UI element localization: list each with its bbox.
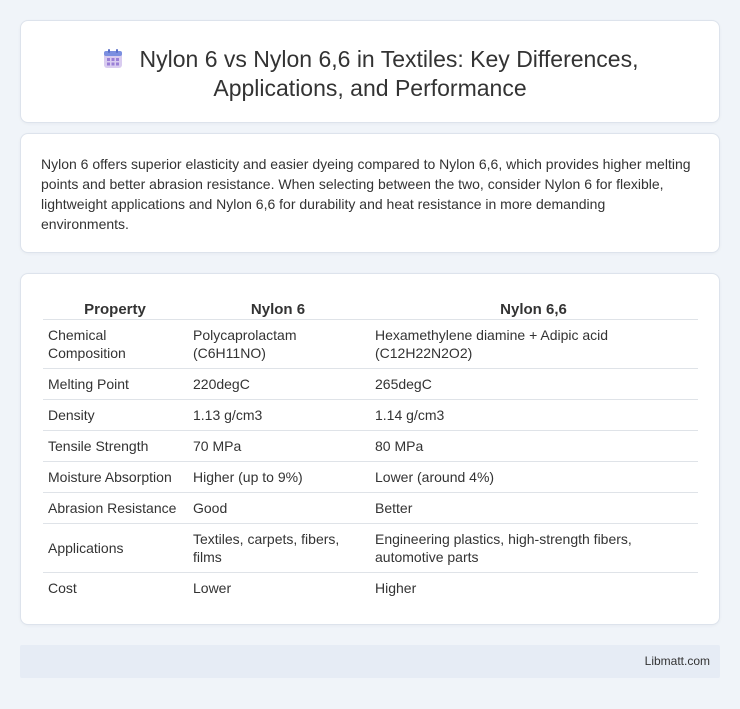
- calendar-icon: [102, 48, 124, 70]
- table-row: Melting Point 220degC 265degC: [43, 368, 698, 400]
- cell-nylon-66: 1.14 g/cm3: [369, 399, 698, 431]
- cell-nylon-66: 265degC: [369, 368, 698, 400]
- cell-property: Abrasion Resistance: [43, 492, 187, 524]
- cell-nylon-6: 70 MPa: [187, 430, 369, 462]
- cell-property: Applications: [43, 523, 187, 573]
- cell-nylon-6: 1.13 g/cm3: [187, 399, 369, 431]
- cell-nylon-6: Good: [187, 492, 369, 524]
- cell-nylon-6: 220degC: [187, 368, 369, 400]
- cell-property: Density: [43, 399, 187, 431]
- table-row: Tensile Strength 70 MPa 80 MPa: [43, 430, 698, 462]
- cell-property: Chemical Composition: [43, 319, 187, 369]
- table-row: Density 1.13 g/cm3 1.14 g/cm3: [43, 399, 698, 431]
- table-row: Abrasion Resistance Good Better: [43, 492, 698, 524]
- cell-nylon-66: Lower (around 4%): [369, 461, 698, 493]
- cell-nylon-66: Better: [369, 492, 698, 524]
- table-header-row: Property Nylon 6 Nylon 6,6: [43, 294, 698, 320]
- cell-nylon-66: Engineering plastics, high-strength fibe…: [369, 523, 698, 573]
- cell-nylon-6: Lower: [193, 579, 232, 596]
- comparison-table-card: Property Nylon 6 Nylon 6,6 Chemical Comp…: [20, 273, 720, 625]
- cell-nylon-66: Higher: [375, 579, 417, 596]
- page-title: Nylon 6 vs Nylon 6,6 in Textiles: Key Di…: [21, 45, 719, 103]
- table-row: Cost Lower Higher: [43, 572, 698, 603]
- table-row: Chemical Composition Polycaprolactam (C6…: [43, 319, 698, 369]
- table-row: Applications Textiles, carpets, fibers, …: [43, 523, 698, 573]
- header-property: Property: [43, 294, 187, 320]
- comparison-table: Property Nylon 6 Nylon 6,6 Chemical Comp…: [43, 294, 698, 603]
- cell-property: Tensile Strength: [43, 430, 187, 462]
- cell-nylon-66: Hexamethylene diamine + Adipic acid (C12…: [369, 319, 698, 369]
- cell-property: Melting Point: [43, 368, 187, 400]
- cell-nylon-6: Polycaprolactam (C6H11NO): [187, 319, 369, 369]
- title-line-1: Nylon 6 vs Nylon 6,6 in Textiles: Key Di…: [139, 46, 639, 72]
- cell-nylon-6: Textiles, carpets, fibers, films: [187, 523, 369, 573]
- summary-text: Nylon 6 offers superior elasticity and e…: [41, 156, 691, 232]
- footer: Libmatt.com: [20, 645, 720, 678]
- cell-nylon-6: Higher (up to 9%): [187, 461, 369, 493]
- title-card: Nylon 6 vs Nylon 6,6 in Textiles: Key Di…: [20, 20, 720, 123]
- title-line-2: Applications, and Performance: [213, 75, 527, 101]
- header-nylon-66: Nylon 6,6: [369, 294, 698, 320]
- cell-property: Moisture Absorption: [43, 461, 187, 493]
- footer-site-link[interactable]: Libmatt.com: [645, 654, 710, 668]
- summary-card: Nylon 6 offers superior elasticity and e…: [20, 133, 720, 253]
- header-nylon-6: Nylon 6: [187, 294, 369, 320]
- cell-nylon-66: 80 MPa: [369, 430, 698, 462]
- table-row: Moisture Absorption Higher (up to 9%) Lo…: [43, 461, 698, 493]
- cell-property: Cost: [48, 579, 77, 596]
